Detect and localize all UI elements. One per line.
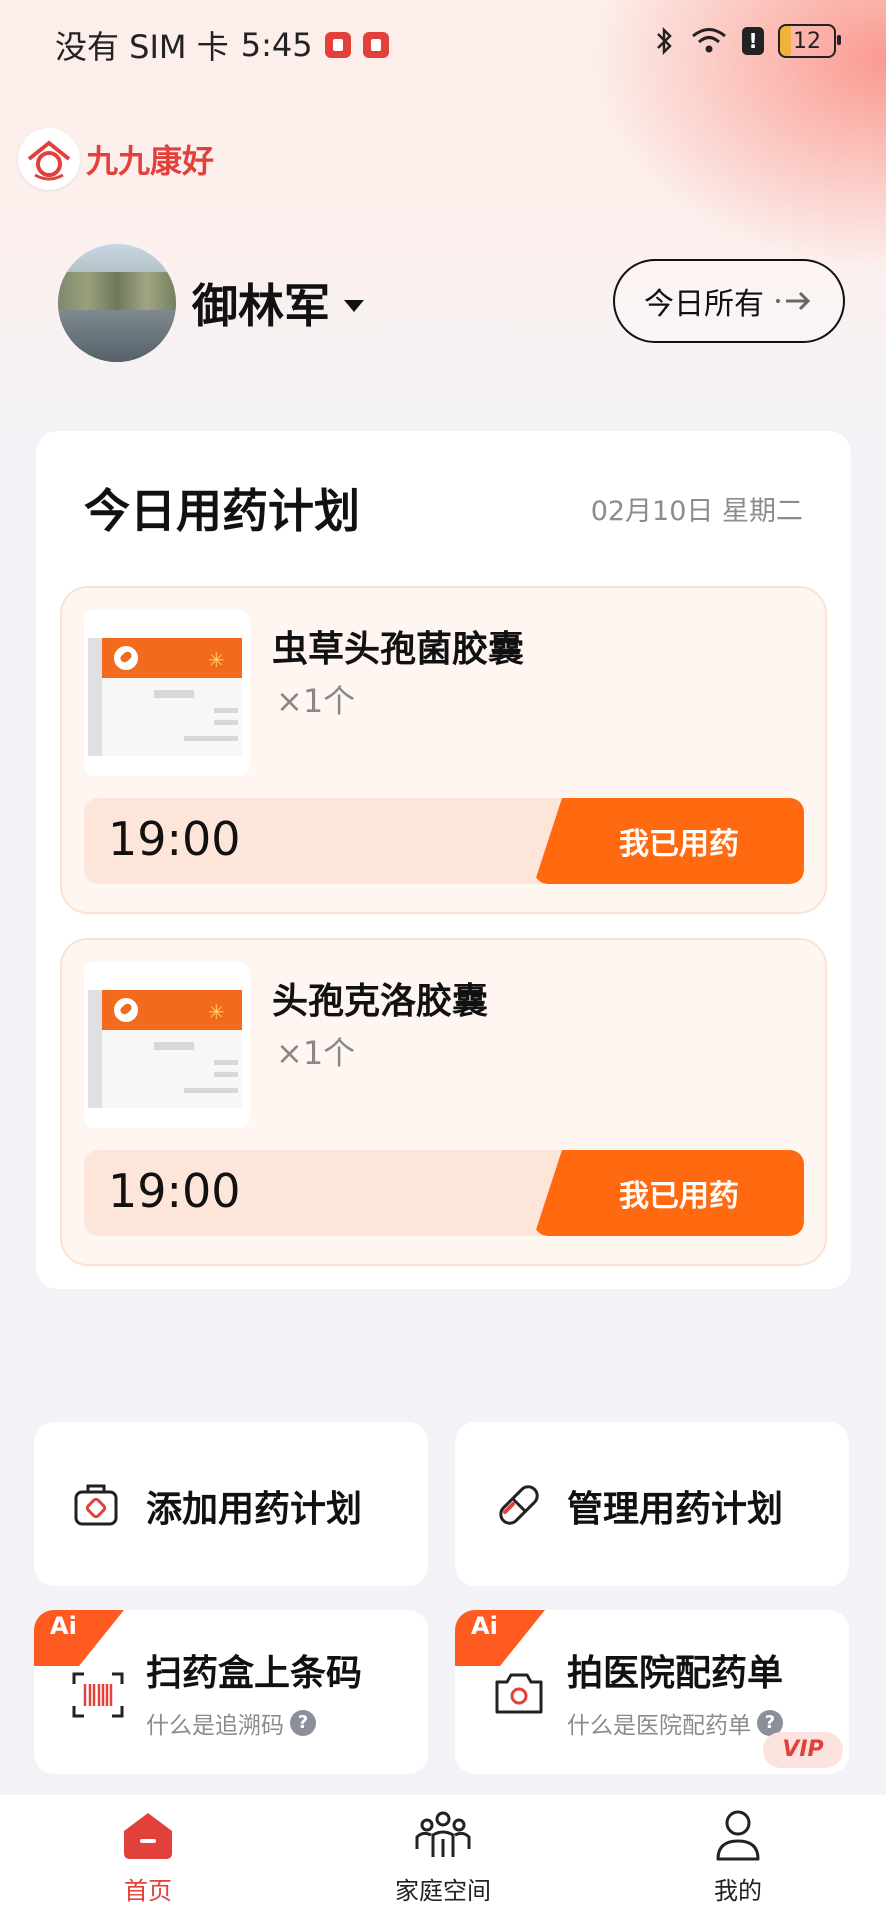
notification-icon bbox=[362, 32, 389, 58]
today-all-label: 今日所有 bbox=[644, 287, 764, 322]
question-icon: ? bbox=[290, 1710, 316, 1736]
wifi-icon bbox=[692, 28, 726, 53]
nav-family[interactable]: 家庭空间 bbox=[363, 1809, 523, 1906]
trace-code-help-text: 什么是追溯码 bbox=[146, 1713, 284, 1739]
ai-badge: Ai bbox=[34, 1610, 124, 1666]
prescription-help[interactable]: 什么是医院配药单 ? bbox=[567, 1706, 783, 1740]
nav-mine[interactable]: 我的 bbox=[658, 1809, 818, 1906]
medication-item[interactable]: ✳ 虫草头孢菌胶囊 ×1个 19:00 我已用药 bbox=[60, 586, 827, 914]
scan-barcode-label: 扫药盒上条码 bbox=[146, 1653, 363, 1694]
nav-mine-label: 我的 bbox=[714, 1877, 762, 1905]
dose-time: 19:00 bbox=[108, 1164, 241, 1218]
status-right: ! 12 bbox=[654, 24, 841, 58]
app-name: 九九康好 bbox=[86, 142, 215, 180]
prescription-help-text: 什么是医院配药单 bbox=[567, 1713, 751, 1739]
battery-icon: 12 bbox=[778, 24, 841, 58]
scan-barcode-button[interactable]: Ai 扫药盒上条码 什么是追溯码 ? bbox=[34, 1610, 428, 1774]
battery-level: 12 bbox=[793, 28, 821, 54]
pill-icon bbox=[499, 1485, 539, 1525]
medication-quantity: ×1个 bbox=[276, 1034, 356, 1072]
dose-time: 19:00 bbox=[108, 812, 241, 866]
arrow-right-icon bbox=[776, 291, 811, 311]
vip-badge: VIP bbox=[763, 1732, 843, 1768]
status-left: 没有 SIM 卡 5:45 bbox=[55, 22, 389, 68]
medication-name: 虫草头孢菌胶囊 bbox=[272, 629, 525, 670]
plan-title: 今日用药计划 bbox=[84, 484, 360, 538]
home-icon bbox=[124, 1813, 172, 1859]
trace-code-help[interactable]: 什么是追溯码 ? bbox=[146, 1706, 316, 1740]
photo-prescription-label: 拍医院配药单 bbox=[567, 1653, 784, 1694]
dose-time-bar: 19:00 我已用药 bbox=[84, 1150, 804, 1236]
medication-plan-card: 今日用药计划 02月10日 星期二 ✳ 虫草头孢菌胶囊 ×1个 19:00 我已… bbox=[36, 431, 851, 1289]
camera-icon bbox=[495, 1673, 543, 1714]
avatar bbox=[58, 244, 176, 362]
bluetooth-icon bbox=[657, 26, 672, 56]
family-icon bbox=[415, 1811, 471, 1857]
barcode-scan-icon bbox=[72, 1672, 124, 1718]
dose-time-bar: 19:00 我已用药 bbox=[84, 798, 804, 884]
app-brand: 九九康好 bbox=[18, 128, 214, 190]
today-all-button[interactable]: 今日所有 bbox=[613, 259, 845, 343]
nav-home[interactable]: 首页 bbox=[68, 1809, 228, 1906]
plan-date: 02月10日 星期二 bbox=[590, 496, 803, 527]
status-bar: 没有 SIM 卡 5:45 ! 12 bbox=[0, 0, 886, 86]
caret-down-icon bbox=[344, 300, 364, 312]
user-switcher[interactable]: 御林军 bbox=[58, 244, 364, 362]
taken-button[interactable]: 我已用药 bbox=[534, 1150, 804, 1236]
medicine-box-image: ✳ bbox=[84, 610, 250, 776]
medication-item[interactable]: ✳ 头孢克洛胶囊 ×1个 19:00 我已用药 bbox=[60, 938, 827, 1266]
medication-name: 头孢克洛胶囊 bbox=[272, 981, 489, 1022]
ai-badge: Ai bbox=[455, 1610, 545, 1666]
user-name: 御林军 bbox=[192, 279, 330, 333]
photo-prescription-button[interactable]: Ai 拍医院配药单 什么是医院配药单 ? VIP bbox=[455, 1610, 849, 1774]
bottom-nav: 首页 家庭空间 我的 bbox=[0, 1795, 886, 1920]
user-icon bbox=[716, 1810, 760, 1861]
app-logo-icon bbox=[18, 128, 80, 190]
huawei-icon bbox=[324, 32, 351, 58]
manage-plan-label: 管理用药计划 bbox=[567, 1489, 784, 1530]
carrier-text: 没有 SIM 卡 bbox=[55, 28, 229, 66]
medical-kit-icon bbox=[74, 1484, 118, 1526]
taken-button[interactable]: 我已用药 bbox=[534, 798, 804, 884]
medication-quantity: ×1个 bbox=[276, 682, 356, 720]
add-plan-button[interactable]: 添加用药计划 bbox=[34, 1422, 428, 1586]
alert-icon: ! bbox=[742, 27, 764, 55]
medicine-box-image: ✳ bbox=[84, 962, 250, 1128]
nav-family-label: 家庭空间 bbox=[395, 1877, 491, 1905]
add-plan-label: 添加用药计划 bbox=[146, 1489, 363, 1530]
clock: 5:45 bbox=[240, 26, 313, 64]
nav-home-label: 首页 bbox=[124, 1877, 172, 1905]
manage-plan-button[interactable]: 管理用药计划 bbox=[455, 1422, 849, 1586]
